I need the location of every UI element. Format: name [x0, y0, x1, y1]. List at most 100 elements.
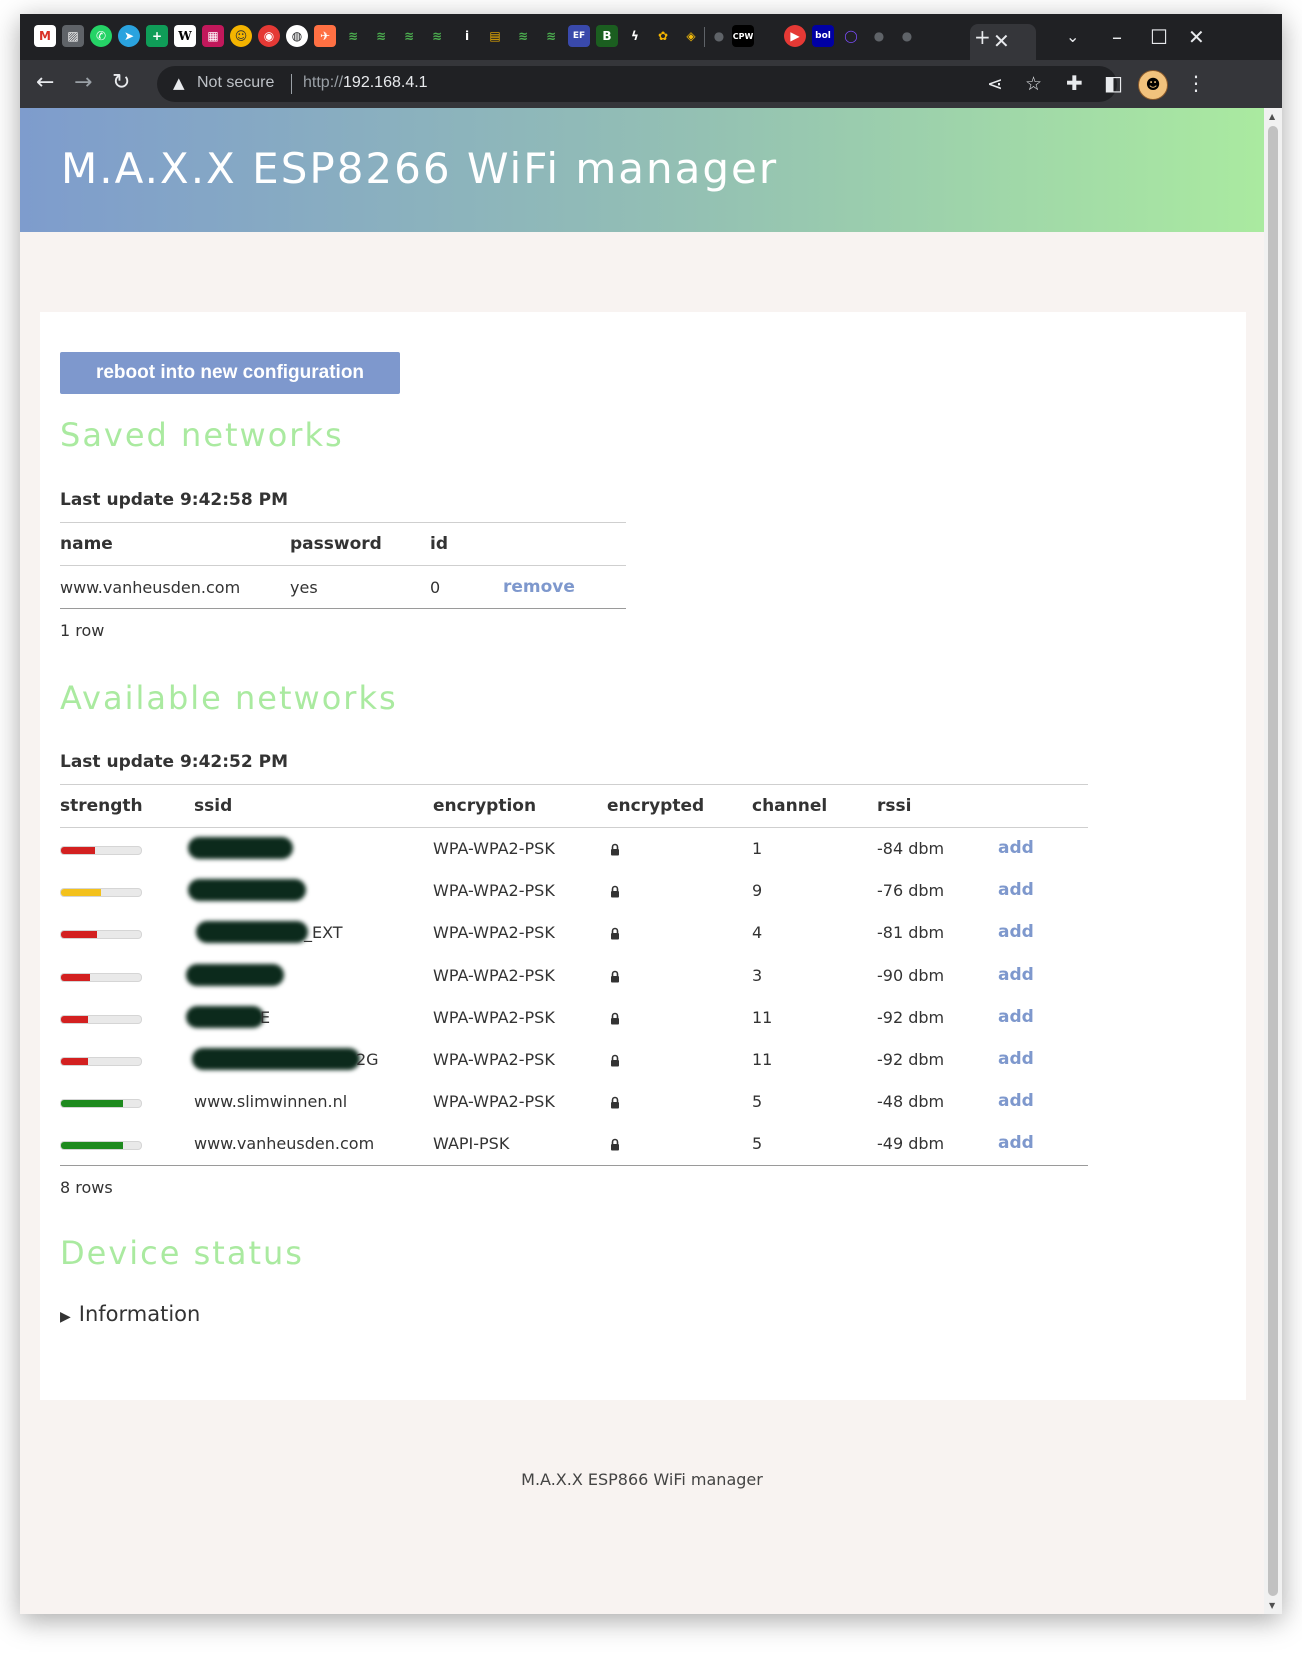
share-icon[interactable]: ⋖: [987, 73, 1003, 95]
network-encryption: WPA-WPA2-PSK: [433, 966, 555, 985]
whatsapp-icon[interactable]: ✆: [90, 25, 112, 47]
forward-icon[interactable]: →: [74, 71, 92, 95]
app-icon[interactable]: ▦: [202, 25, 224, 47]
signal-icon[interactable]: ≋: [370, 25, 392, 47]
github-icon[interactable]: ●: [868, 25, 890, 47]
information-toggle[interactable]: ▶ Information: [60, 1302, 200, 1326]
content-card: reboot into new configuration Saved netw…: [40, 312, 1246, 1400]
add-network-link[interactable]: add: [998, 838, 1034, 858]
youtube-icon[interactable]: ▶: [784, 25, 806, 47]
add-network-link[interactable]: add: [998, 922, 1034, 942]
add-network-link[interactable]: add: [998, 965, 1034, 985]
close-tab-icon[interactable]: ✕: [993, 29, 1010, 53]
redacted-ssid: [186, 1006, 264, 1028]
scroll-up-icon[interactable]: ▲: [1269, 112, 1275, 121]
new-tab-icon[interactable]: +: [974, 26, 991, 48]
network-channel: 9: [752, 881, 763, 900]
signal-icon[interactable]: ≋: [426, 25, 448, 47]
side-panel-icon[interactable]: ◧: [1104, 71, 1123, 95]
back-icon[interactable]: ←: [36, 71, 54, 95]
browser-window: M ▨ ✆ ➤ + W ▦ ☺ ◉ ◍ ✈ ≋ ≋ ≋ ≋ i ▤ ≋ ≋ EF…: [20, 14, 1282, 1614]
remove-link[interactable]: remove: [503, 577, 575, 597]
add-network-link[interactable]: add: [998, 1091, 1034, 1111]
wikipedia-icon[interactable]: W: [174, 25, 196, 47]
scrollbar-thumb[interactable]: [1268, 126, 1278, 1596]
network-rssi: -90 dbm: [877, 966, 945, 985]
add-network-link[interactable]: add: [998, 880, 1034, 900]
add-network-link[interactable]: add: [998, 1049, 1034, 1069]
bol-icon[interactable]: bol: [812, 25, 834, 47]
grid-icon[interactable]: ▤: [484, 25, 506, 47]
network-rssi: -76 dbm: [877, 881, 945, 900]
signal-icon[interactable]: ≋: [512, 25, 534, 47]
target-icon[interactable]: ◉: [258, 25, 280, 47]
bolt-icon[interactable]: ϟ: [624, 25, 646, 47]
scroll-down-icon[interactable]: ▼: [1269, 1601, 1275, 1610]
column-header-password: password: [290, 534, 382, 554]
signal-strength-fill: [61, 1142, 124, 1149]
ef-icon[interactable]: EF: [568, 25, 590, 47]
tab-strip: M ▨ ✆ ➤ + W ▦ ☺ ◉ ◍ ✈ ≋ ≋ ≋ ≋ i ▤ ≋ ≋ EF…: [20, 14, 1282, 60]
warning-icon[interactable]: ▲: [173, 74, 185, 92]
security-status[interactable]: Not secure: [197, 74, 274, 92]
minimize-icon[interactable]: –: [1112, 26, 1122, 48]
tab-search-icon[interactable]: ⌄: [1066, 26, 1079, 48]
url-protocol: http://: [303, 74, 344, 91]
reboot-button[interactable]: reboot into new configuration: [60, 352, 400, 394]
binance-icon[interactable]: ◈: [680, 25, 702, 47]
column-header-encryption: encryption: [433, 796, 537, 816]
network-encryption: WAPI-PSK: [433, 1134, 510, 1153]
add-network-link[interactable]: add: [998, 1007, 1034, 1027]
lock-icon: [611, 843, 619, 856]
signal-strength-bar: [60, 973, 142, 982]
add-icon[interactable]: +: [146, 25, 168, 47]
network-ssid: _EXT: [304, 923, 343, 942]
network-rssi: -48 dbm: [877, 1092, 945, 1111]
network-ssid: 2G: [356, 1050, 379, 1069]
signal-strength-bar: [60, 930, 142, 939]
signal-strength-fill: [61, 889, 101, 896]
gmail-icon[interactable]: M: [34, 25, 56, 47]
circle-icon[interactable]: ◯: [840, 25, 862, 47]
github-icon[interactable]: ●: [896, 25, 918, 47]
signal-strength-fill: [61, 1058, 89, 1065]
redacted-ssid: [188, 837, 293, 859]
address-bar[interactable]: ▲ Not secure http://192.168.4.1 ⋖ ☆: [157, 66, 1117, 102]
network-name: www.vanheusden.com: [60, 578, 241, 597]
close-window-icon[interactable]: ✕: [1188, 26, 1205, 48]
maximize-icon[interactable]: ☐: [1150, 26, 1168, 48]
signal-icon[interactable]: ≋: [342, 25, 364, 47]
menu-icon[interactable]: ⋮: [1186, 71, 1206, 95]
column-header-ssid: ssid: [194, 796, 233, 816]
signal-strength-bar: [60, 1057, 142, 1066]
avatar[interactable]: ☻: [1138, 70, 1168, 100]
lock-icon: [611, 1096, 619, 1109]
signal-icon[interactable]: ≋: [398, 25, 420, 47]
add-network-link[interactable]: add: [998, 1133, 1034, 1153]
telegram-icon[interactable]: ➤: [118, 25, 140, 47]
network-rssi: -49 dbm: [877, 1134, 945, 1153]
url-text[interactable]: http://192.168.4.1: [303, 74, 428, 92]
flower-icon[interactable]: ✿: [652, 25, 674, 47]
face-icon[interactable]: ☺: [230, 25, 252, 47]
redacted-ssid: [188, 879, 306, 901]
extensions-icon[interactable]: ✚: [1066, 71, 1083, 95]
b-icon[interactable]: B: [596, 25, 618, 47]
scrollbar[interactable]: ▲ ▼: [1264, 108, 1282, 1614]
divider: [60, 565, 626, 566]
bookmark-star-icon[interactable]: ☆: [1025, 73, 1042, 95]
signal-strength-bar: [60, 888, 142, 897]
network-channel: 1: [752, 839, 763, 858]
reload-icon[interactable]: ↻: [112, 71, 130, 95]
network-encryption: WPA-WPA2-PSK: [433, 923, 555, 942]
saved-last-update: Last update 9:42:58 PM: [60, 490, 288, 510]
info-icon[interactable]: i: [456, 25, 478, 47]
github-icon[interactable]: ●: [708, 25, 730, 47]
cpw-icon[interactable]: CPW: [732, 25, 754, 47]
signal-icon[interactable]: ≋: [540, 25, 562, 47]
image-icon[interactable]: ▨: [62, 25, 84, 47]
network-encryption: WPA-WPA2-PSK: [433, 881, 555, 900]
divider: [291, 74, 292, 94]
flight-icon[interactable]: ✈: [314, 25, 336, 47]
globe-icon[interactable]: ◍: [286, 25, 308, 47]
